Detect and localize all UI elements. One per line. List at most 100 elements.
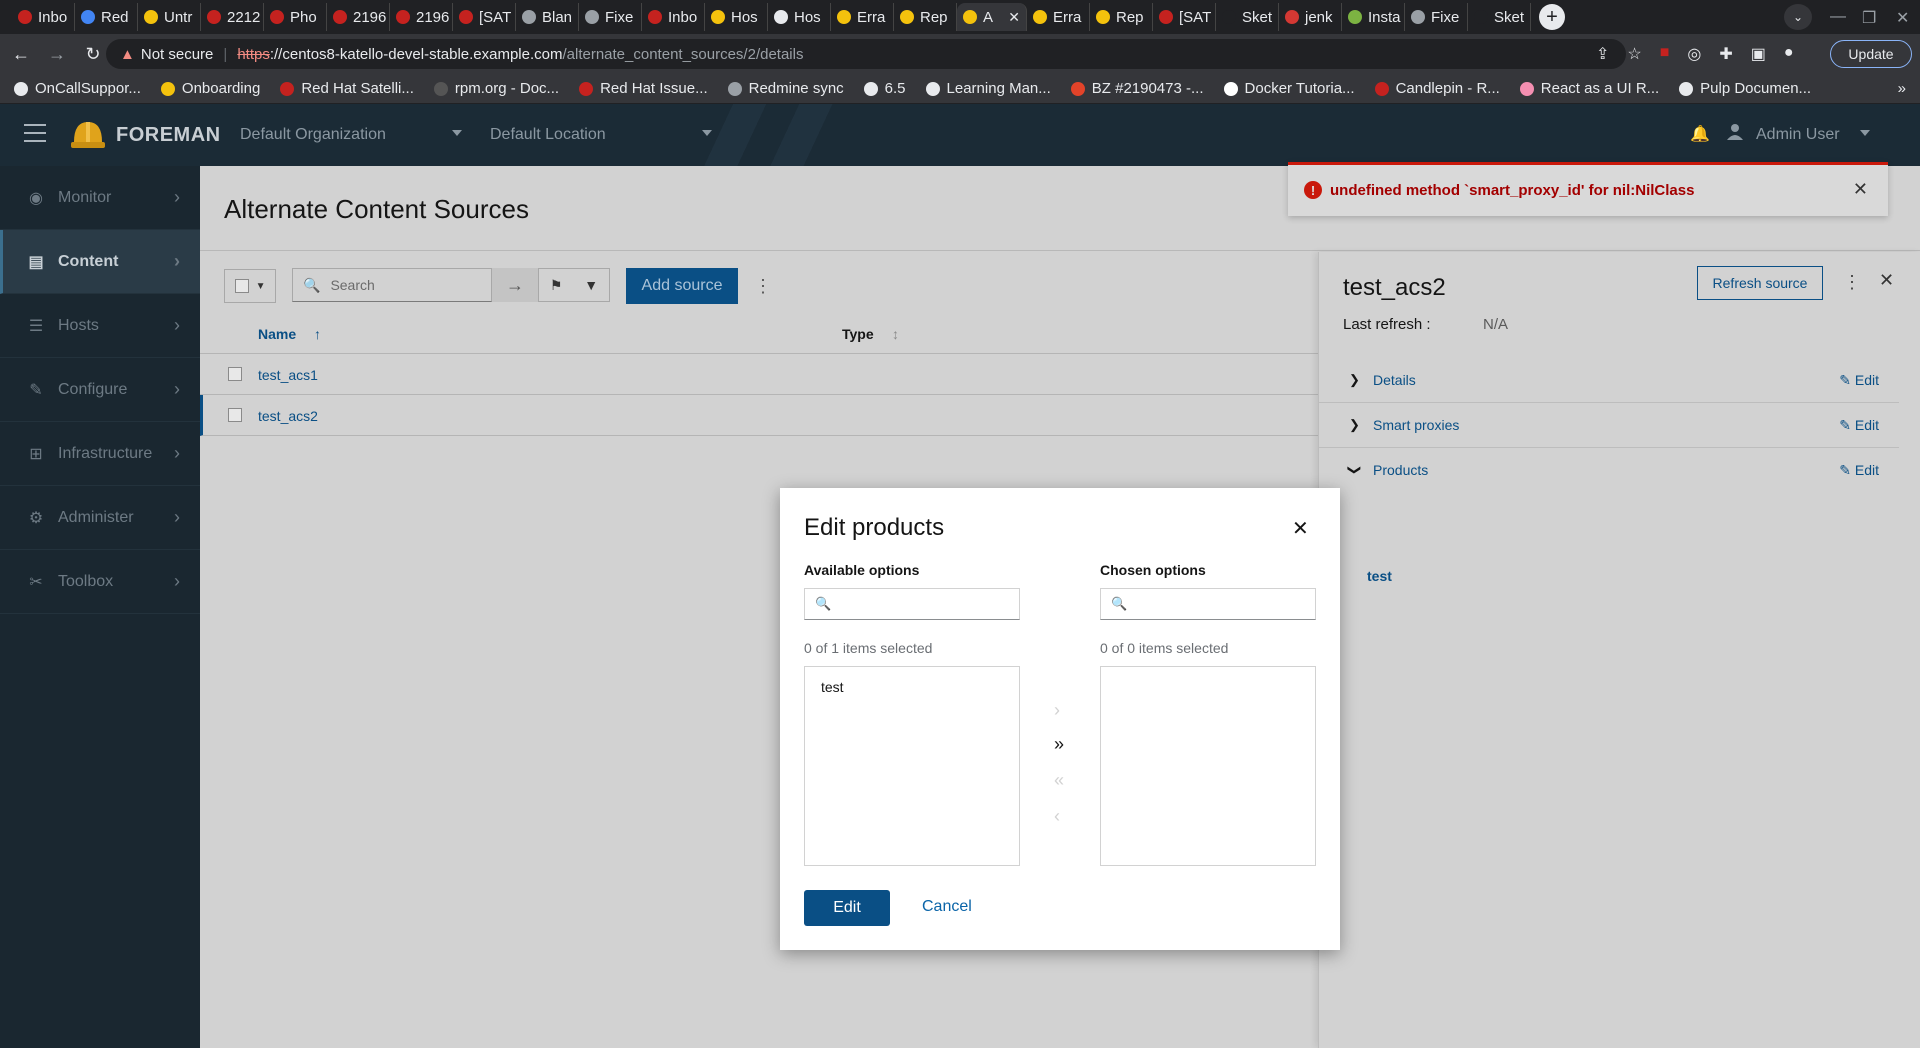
bookmark-item[interactable]: Red Hat Issue... [579, 80, 708, 97]
collapse-chevron-icon[interactable]: ❯ [1346, 465, 1362, 476]
refresh-source-button[interactable]: Refresh source [1697, 266, 1823, 300]
extension-circle-icon[interactable]: ◎ [1687, 44, 1701, 64]
remove-selected-icon[interactable]: ‹ [1054, 806, 1060, 827]
bookmark-item[interactable]: BZ #2190473 -... [1070, 80, 1204, 97]
browser-tab[interactable]: Pho [264, 3, 327, 31]
share-icon[interactable]: ⇪ [1596, 44, 1609, 64]
edit-smart-proxies-link[interactable]: ✎ Edit [1839, 417, 1879, 434]
edit-products-link[interactable]: ✎ Edit [1839, 462, 1879, 479]
sidebar-item-hosts[interactable]: ☰ Hosts › [0, 294, 200, 358]
section-title[interactable]: Smart proxies [1373, 417, 1459, 433]
browser-tab[interactable]: [SAT [1153, 3, 1216, 31]
browser-tab[interactable]: Inbo [12, 3, 75, 31]
sidebar-item-configure[interactable]: ✎ Configure › [0, 358, 200, 422]
smart-proxies-section[interactable]: ❯ Smart proxies ✎ Edit [1319, 403, 1899, 448]
extensions-puzzle-icon[interactable]: ✚ [1719, 44, 1732, 64]
update-button[interactable]: Update [1830, 40, 1912, 68]
browser-tab[interactable]: Sket [1216, 3, 1279, 31]
sort-icon[interactable]: ↕ [892, 326, 899, 342]
browser-tab[interactable]: Erra [1027, 3, 1090, 31]
sidepanel-icon[interactable]: ▣ [1751, 44, 1766, 64]
organization-caret-icon[interactable] [452, 130, 462, 136]
back-icon[interactable]: ← [6, 44, 36, 65]
table-row[interactable]: test_acs2 [200, 395, 1320, 436]
bookmark-item[interactable]: Learning Man... [925, 80, 1051, 97]
available-search-input[interactable]: 🔍 [804, 588, 1020, 620]
tab-search-icon[interactable]: ⌄ [1784, 4, 1812, 30]
browser-tab[interactable]: Rep [1090, 3, 1153, 31]
extension-redhat-icon[interactable]: ■ [1660, 44, 1670, 64]
toast-close-icon[interactable]: ✕ [1853, 179, 1868, 200]
row-name-link[interactable]: test_acs1 [258, 367, 318, 383]
bookmark-item[interactable]: Redmine sync [727, 80, 844, 97]
browser-tab[interactable]: Erra [831, 3, 894, 31]
bookmark-item[interactable]: Pulp Documen... [1679, 80, 1811, 97]
toolbar-kebab-icon[interactable]: ⋮ [754, 276, 772, 297]
browser-tab[interactable]: Untr [138, 3, 201, 31]
bookmark-item[interactable]: Candlepin - R... [1374, 80, 1500, 97]
drawer-close-icon[interactable]: ✕ [1879, 270, 1894, 291]
bookmarks-overflow-icon[interactable]: » [1898, 80, 1906, 97]
bookmark-item[interactable]: React as a UI R... [1519, 80, 1659, 97]
browser-tab[interactable]: Inbo [642, 3, 705, 31]
bookmark-item[interactable]: 6.5 [863, 80, 906, 97]
browser-tab[interactable]: 2196 [390, 3, 453, 31]
sidebar-item-monitor[interactable]: ◉ Monitor › [0, 166, 200, 230]
remove-all-icon[interactable]: « [1054, 770, 1064, 791]
address-bar[interactable]: ▲ Not secure | https://centos8-katello-d… [106, 39, 1626, 69]
available-option[interactable]: test [821, 679, 844, 695]
minimize-icon[interactable]: — [1830, 8, 1846, 26]
bookmark-item[interactable]: Red Hat Satelli... [280, 80, 414, 97]
reload-icon[interactable]: ↻ [78, 44, 108, 65]
browser-tab[interactable]: Blan [516, 3, 579, 31]
bulk-caret-icon[interactable]: ▼ [256, 281, 266, 292]
row-checkbox[interactable] [228, 408, 242, 422]
select-all-checkbox[interactable] [234, 279, 249, 293]
browser-tab[interactable]: A ✕ [957, 3, 1027, 31]
column-name[interactable]: Name [258, 326, 296, 342]
bookmark-item[interactable]: Docker Tutoria... [1223, 80, 1355, 97]
table-row[interactable]: test_acs1 [200, 354, 1320, 395]
browser-tab[interactable]: Insta [1342, 3, 1405, 31]
organization-selector[interactable]: Default Organization [240, 126, 386, 144]
edit-button[interactable]: Edit [804, 890, 890, 926]
user-menu[interactable]: Admin User [1756, 126, 1840, 144]
row-name-link[interactable]: test_acs2 [258, 408, 318, 424]
bookmark-item[interactable]: rpm.org - Doc... [433, 80, 559, 97]
cancel-button[interactable]: Cancel [922, 898, 972, 916]
profile-avatar-icon[interactable]: ● [1784, 44, 1794, 64]
section-title[interactable]: Details [1373, 372, 1416, 388]
tab-close-icon[interactable]: ✕ [1008, 9, 1020, 26]
browser-tab[interactable]: 2212 [201, 3, 264, 31]
sidebar-item-content[interactable]: ▤ Content › [0, 230, 200, 294]
product-item[interactable]: test [1367, 568, 1392, 584]
search-submit-icon[interactable]: → [492, 268, 538, 302]
section-title[interactable]: Products [1373, 462, 1428, 478]
bookmark-item[interactable]: OnCallSuppor... [14, 80, 141, 97]
details-section[interactable]: ❯ Details ✎ Edit [1319, 358, 1899, 403]
add-all-icon[interactable]: » [1054, 734, 1064, 755]
location-caret-icon[interactable] [702, 130, 712, 136]
bookmark-star-icon[interactable]: ☆ [1627, 44, 1641, 64]
browser-tab[interactable]: Fixe [579, 3, 642, 31]
browser-tab[interactable]: 2196 [327, 3, 390, 31]
bookmark-item[interactable]: Onboarding [160, 80, 260, 97]
edit-details-link[interactable]: ✎ Edit [1839, 372, 1879, 389]
modal-close-icon[interactable]: ✕ [1292, 516, 1309, 541]
add-source-button[interactable]: Add source [626, 268, 738, 304]
sidebar-item-administer[interactable]: ⚙ Administer › [0, 486, 200, 550]
user-caret-icon[interactable] [1860, 130, 1870, 136]
add-selected-icon[interactable]: › [1054, 700, 1060, 721]
window-close-icon[interactable]: ✕ [1896, 8, 1909, 28]
drawer-kebab-icon[interactable]: ⋮ [1843, 272, 1861, 293]
hamburger-menu-icon[interactable] [24, 124, 46, 142]
location-selector[interactable]: Default Location [490, 126, 606, 144]
browser-tab[interactable]: jenk [1279, 3, 1342, 31]
browser-tab[interactable]: Red [75, 3, 138, 31]
restore-icon[interactable]: ❐ [1862, 8, 1876, 28]
bookmark-dropdown[interactable]: ⚑ ▼ [538, 268, 610, 302]
sort-ascending-icon[interactable]: ↑ [314, 326, 321, 342]
chosen-search-input[interactable]: 🔍 [1100, 588, 1316, 620]
sidebar-item-infrastructure[interactable]: ⊞ Infrastructure › [0, 422, 200, 486]
browser-tab[interactable]: Rep [894, 3, 957, 31]
